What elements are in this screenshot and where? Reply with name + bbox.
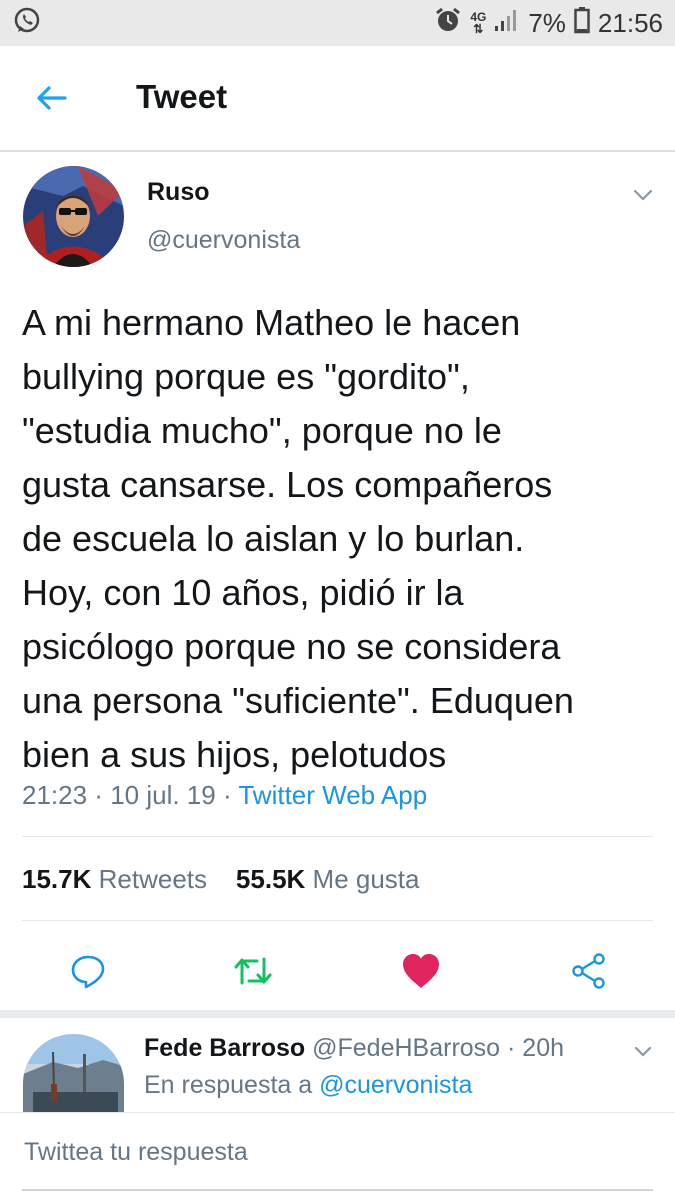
likes-count: 55.5K bbox=[235, 864, 306, 894]
clock: 21:56 bbox=[597, 7, 663, 38]
chevron-down-icon bbox=[633, 189, 653, 201]
meta-separator: · bbox=[500, 1034, 523, 1062]
divider bbox=[22, 920, 653, 921]
reply-author-handle[interactable]: @FedeHBarroso bbox=[312, 1034, 500, 1062]
tweet-actions bbox=[0, 940, 675, 1000]
battery-percent: 7% bbox=[528, 7, 566, 38]
tweet-line: bien a sus hijos, pelotudos bbox=[22, 734, 447, 775]
meta-separator: · bbox=[215, 780, 239, 810]
tweet-text: A mi hermano Matheo le hacen bullying po… bbox=[22, 296, 662, 782]
reply-context: En respuesta a @cuervonista bbox=[144, 1071, 472, 1100]
reply-to-mention[interactable]: @cuervonista bbox=[319, 1071, 472, 1099]
tweet-time: 21:23 bbox=[22, 780, 88, 810]
likes-label: Me gusta bbox=[312, 864, 420, 894]
share-button[interactable] bbox=[564, 946, 614, 996]
tweet-line: una persona "suficiente". Eduquen bbox=[22, 680, 574, 721]
reply-button[interactable] bbox=[63, 946, 113, 996]
reply-header: Fede Barroso @FedeHBarroso · 20h bbox=[144, 1034, 564, 1063]
tweet-meta: 21:23 · 10 jul. 19 · Twitter Web App bbox=[22, 780, 427, 811]
tweet-stats: 15.7K Retweets 55.5K Me gusta bbox=[22, 864, 420, 895]
input-underline bbox=[22, 1189, 653, 1191]
tweet-line: "estudia mucho", porque no le bbox=[22, 410, 502, 451]
tweet-line: psicólogo porque no se considera bbox=[22, 626, 561, 667]
whatsapp-icon bbox=[12, 6, 42, 41]
signal-icon bbox=[494, 8, 520, 39]
page-title: Tweet bbox=[136, 78, 228, 115]
alarm-icon bbox=[434, 6, 462, 41]
divider bbox=[22, 836, 653, 837]
section-separator bbox=[0, 1010, 675, 1018]
retweets-label: Retweets bbox=[98, 864, 208, 894]
app-header: Tweet bbox=[0, 46, 675, 152]
battery-icon bbox=[574, 6, 590, 41]
retweets-stat[interactable]: 15.7K Retweets bbox=[22, 864, 207, 894]
heart-icon bbox=[403, 954, 439, 988]
retweet-button[interactable] bbox=[228, 946, 278, 996]
back-button[interactable] bbox=[24, 76, 80, 120]
status-bar: 4G ⇅ 7% 21:56 bbox=[0, 0, 675, 46]
reply-icon bbox=[71, 955, 105, 989]
retweet-icon bbox=[234, 957, 272, 985]
author-name[interactable]: Ruso bbox=[147, 178, 210, 207]
tweet-line: Hoy, con 10 años, pidió ir la bbox=[22, 572, 464, 613]
tweet-line: gusta cansarse. Los compañeros bbox=[22, 464, 553, 505]
author-handle[interactable]: @cuervonista bbox=[147, 226, 300, 255]
chevron-down-icon bbox=[634, 1046, 652, 1057]
tweet-date: 10 jul. 19 bbox=[110, 780, 216, 810]
network-arrows: ⇅ bbox=[473, 22, 484, 36]
reply-age: 20h bbox=[522, 1034, 565, 1062]
tweet-menu-button[interactable] bbox=[628, 180, 658, 210]
back-arrow-icon bbox=[37, 86, 67, 110]
likes-stat[interactable]: 55.5K Me gusta bbox=[236, 864, 420, 894]
retweets-count: 15.7K bbox=[22, 864, 92, 894]
tweet-line: bullying porque es "gordito", bbox=[22, 356, 470, 397]
reply-author-name[interactable]: Fede Barroso bbox=[144, 1034, 305, 1062]
reply-composer bbox=[0, 1112, 675, 1201]
reply-input[interactable] bbox=[22, 1131, 646, 1173]
reply-menu-button[interactable] bbox=[630, 1038, 656, 1064]
reply-avatar[interactable] bbox=[23, 1034, 124, 1112]
tweet-line: de escuela lo aislan y lo burlan. bbox=[22, 518, 525, 559]
tweet-source-link[interactable]: Twitter Web App bbox=[238, 780, 427, 810]
share-icon bbox=[572, 953, 605, 989]
like-button[interactable] bbox=[396, 946, 446, 996]
avatar[interactable] bbox=[23, 166, 124, 267]
meta-separator: · bbox=[87, 780, 111, 810]
reply-to-label: En respuesta a bbox=[144, 1071, 313, 1099]
network-indicator: 4G ⇅ bbox=[470, 11, 486, 35]
tweet-line: A mi hermano Matheo le hacen bbox=[22, 302, 521, 343]
